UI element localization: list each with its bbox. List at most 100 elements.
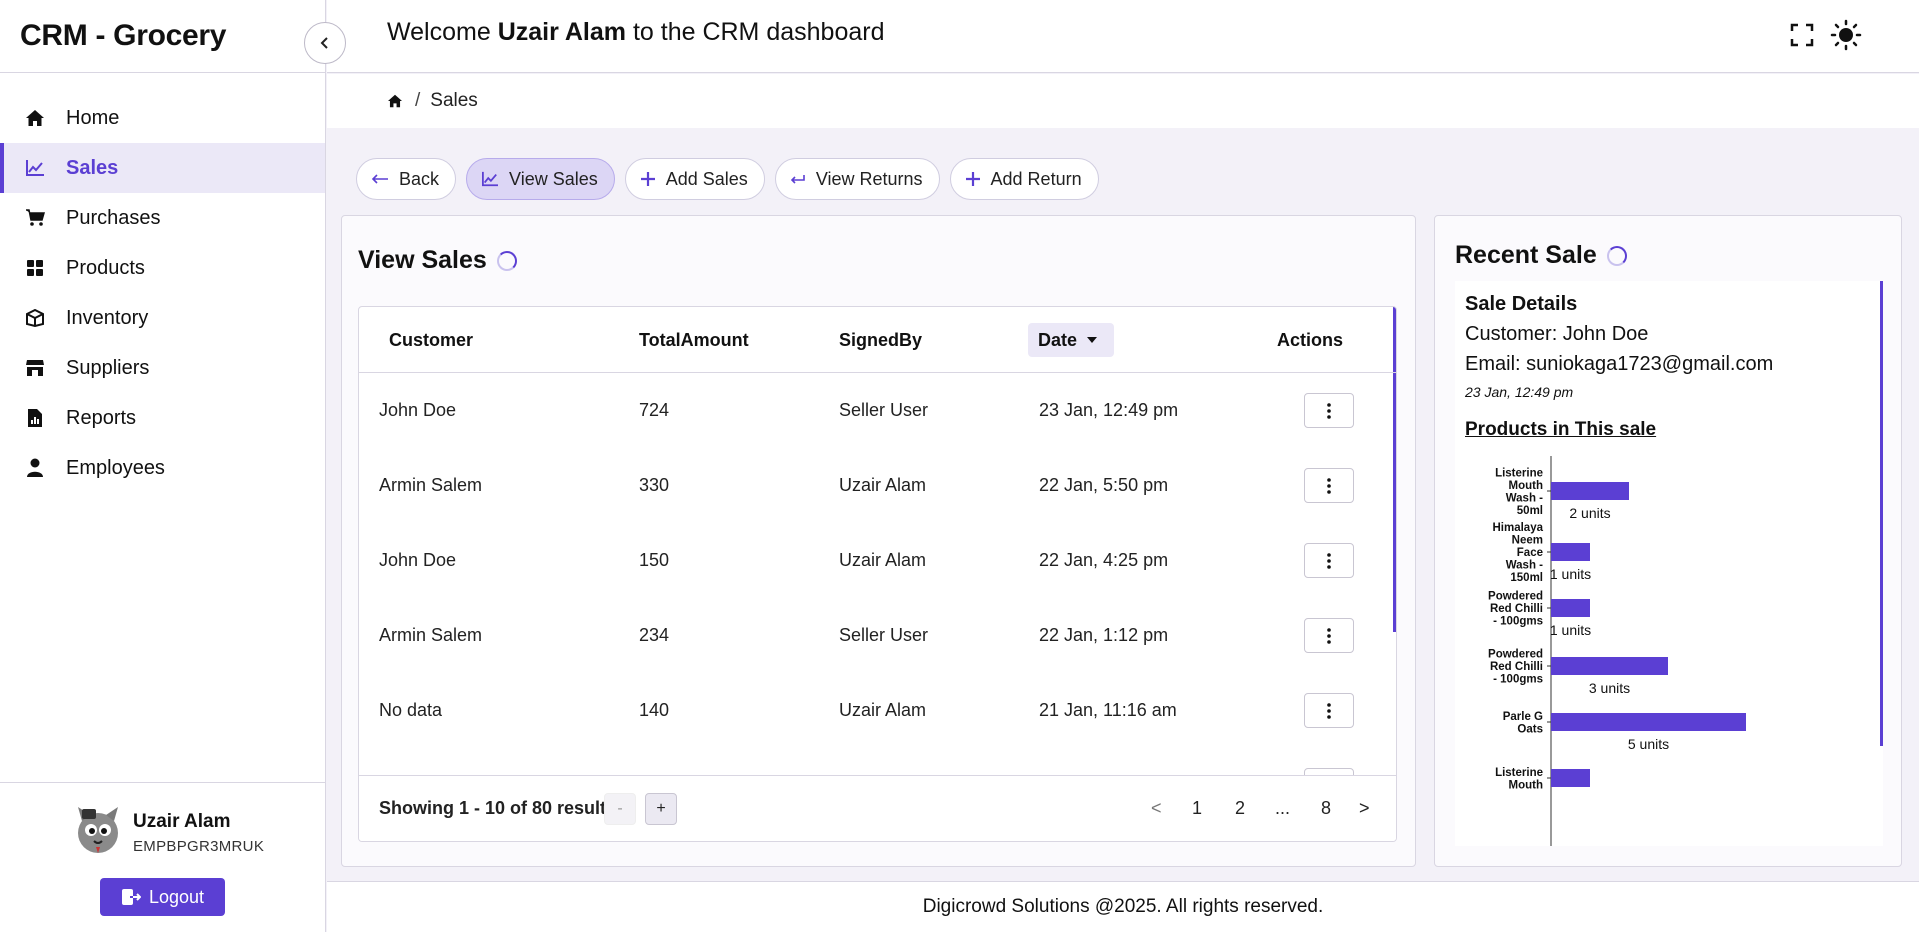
cell-total: 150 (639, 550, 670, 570)
recent-sale-title-text: Recent Sale (1455, 241, 1597, 269)
column-header-date-label: Date (1038, 329, 1078, 350)
home-icon[interactable] (387, 94, 403, 108)
loading-spinner-icon (1606, 245, 1627, 266)
chart-line-icon (481, 171, 499, 187)
pagination-page-1[interactable]: 1 (1192, 798, 1202, 819)
view-sales-title: View Sales (358, 246, 517, 275)
loading-spinner-icon (496, 250, 517, 271)
sidebar-item-employees[interactable]: Employees (0, 443, 325, 493)
row-actions-button[interactable] (1304, 468, 1354, 503)
sidebar-item-purchases[interactable]: Purchases (0, 193, 325, 243)
chart-category-label: Himalaya Neem Face Wash -150ml (1492, 522, 1543, 584)
table-row[interactable]: Armin Salem 330 Uzair Alam 22 Jan, 5:50 … (359, 448, 1396, 523)
sidebar-item-suppliers[interactable]: Suppliers (0, 343, 325, 393)
sale-customer: Customer: John Doe (1465, 323, 1649, 345)
sidebar-item-label: Sales (66, 156, 119, 179)
table-row[interactable]: No data 140 Uzair Alam 21 Jan, 11:16 am (359, 673, 1396, 748)
column-header-customer[interactable]: Customer (389, 330, 473, 351)
breadcrumb-current: Sales (430, 90, 478, 111)
report-icon (24, 407, 46, 429)
column-header-signed-by[interactable]: SignedBy (839, 330, 922, 351)
sort-desc-icon (1087, 336, 1098, 344)
sidebar-item-label: Home (66, 106, 120, 129)
row-actions-button[interactable] (1304, 618, 1354, 653)
arrow-left-icon (371, 173, 389, 185)
chart-bar[interactable] (1551, 482, 1629, 500)
view-sales-button[interactable]: View Sales (466, 158, 615, 200)
chart-bar[interactable] (1551, 543, 1590, 561)
page-size-decrease-button[interactable]: - (604, 793, 636, 825)
cell-date: 22 Jan, 1:12 pm (1039, 625, 1169, 645)
back-button[interactable]: Back (356, 158, 457, 200)
chart-data-label: 1 units (1550, 622, 1591, 638)
page-size-increase-button[interactable]: + (645, 793, 677, 825)
table-row[interactable]: Armin Salem 234 Seller User 22 Jan, 1:12… (359, 598, 1396, 673)
column-header-total-amount[interactable]: TotalAmount (639, 330, 749, 351)
add-sales-label: Add Sales (665, 168, 748, 189)
add-sales-button[interactable]: Add Sales (624, 158, 765, 200)
back-label: Back (399, 168, 440, 189)
sidebar-item-home[interactable]: Home (0, 93, 325, 143)
sidebar-item-label: Products (66, 256, 145, 279)
avatar (72, 803, 124, 855)
results-count: Showing 1 - 10 of 80 results. (379, 798, 622, 818)
sidebar-item-inventory[interactable]: Inventory (0, 293, 325, 343)
grid-icon (24, 257, 46, 279)
chevron-left-icon (320, 36, 330, 50)
cell-customer: John Doe (379, 400, 457, 420)
sidebar-item-reports[interactable]: Reports (0, 393, 325, 443)
products-heading: Products in This sale (1465, 419, 1657, 440)
chart-bar[interactable] (1551, 713, 1746, 731)
chart-data-label: 5 units (1628, 736, 1669, 752)
row-actions-button[interactable] (1304, 543, 1354, 578)
breadcrumb-separator: / (415, 90, 421, 111)
sidebar-item-sales[interactable]: Sales (0, 143, 325, 193)
chart-category-label: Listerine Mouth Wash -50ml (1495, 467, 1543, 517)
sidebar-item-label: Reports (66, 406, 137, 429)
recent-sale-scrollbar[interactable] (1880, 281, 1883, 746)
cell-total: 140 (639, 700, 670, 720)
row-actions-button[interactable] (1304, 693, 1354, 728)
table-row[interactable]: John Doe 150 Uzair Alam 22 Jan, 4:25 pm (359, 523, 1396, 598)
recent-sale-card: Recent Sale Sale Details Customer: John … (1434, 215, 1902, 867)
logout-button[interactable]: Logout (100, 878, 225, 916)
pagination-page-2[interactable]: 2 (1235, 798, 1245, 819)
action-buttons: Back View Sales Add Sales View Returns A… (356, 158, 1099, 200)
sales-table: Customer TotalAmount SignedBy Date Actio… (358, 306, 1397, 842)
row-actions-button[interactable] (1304, 393, 1354, 428)
recent-sale-details: Sale Details Customer: John Doe Email: s… (1455, 281, 1883, 846)
sidebar: CRM - Grocery Home Sales Purchases Produ… (0, 0, 326, 932)
cell-signed-by: Seller User (839, 400, 929, 420)
cell-signed-by: Seller User (839, 625, 929, 645)
sun-icon[interactable] (1830, 19, 1862, 51)
sidebar-item-label: Purchases (66, 206, 161, 229)
chart-bar[interactable] (1551, 769, 1590, 787)
user-panel: Uzair Alam EMPBPGR3MRUK Logout (0, 782, 326, 932)
pagination-prev[interactable]: < (1151, 798, 1162, 819)
column-header-date[interactable]: Date (1028, 323, 1114, 357)
page-footer: Digicrowd Solutions @2025. All rights re… (327, 881, 1919, 932)
pagination-next[interactable]: > (1359, 798, 1370, 819)
add-return-button[interactable]: Add Return (949, 158, 1099, 200)
chart-data-label: 1 units (1550, 566, 1591, 582)
pagination-ellipsis: ... (1275, 798, 1291, 818)
cell-total: 330 (639, 475, 670, 495)
welcome-user: Uzair Alam (497, 18, 626, 46)
app-title: CRM - Grocery (0, 0, 325, 73)
chart-bar[interactable] (1551, 657, 1668, 675)
table-row[interactable]: John Doe 724 Seller User 23 Jan, 12:49 p… (359, 373, 1396, 448)
collapse-sidebar-button[interactable] (304, 22, 346, 64)
breadcrumb: / Sales (327, 74, 1919, 128)
table-header: Customer TotalAmount SignedBy Date Actio… (359, 307, 1396, 373)
cell-date: 22 Jan, 5:50 pm (1039, 475, 1169, 495)
user-name: Uzair Alam (133, 811, 231, 832)
sidebar-item-products[interactable]: Products (0, 243, 325, 293)
chart-bar[interactable] (1551, 599, 1590, 617)
view-returns-button[interactable]: View Returns (774, 158, 940, 200)
cell-customer: Armin Salem (379, 475, 483, 495)
pagination-page-8[interactable]: 8 (1321, 798, 1331, 819)
sidebar-item-label: Employees (66, 456, 165, 479)
fullscreen-icon[interactable] (1789, 22, 1815, 48)
cell-signed-by: Uzair Alam (839, 700, 927, 720)
plus-icon (640, 171, 656, 187)
